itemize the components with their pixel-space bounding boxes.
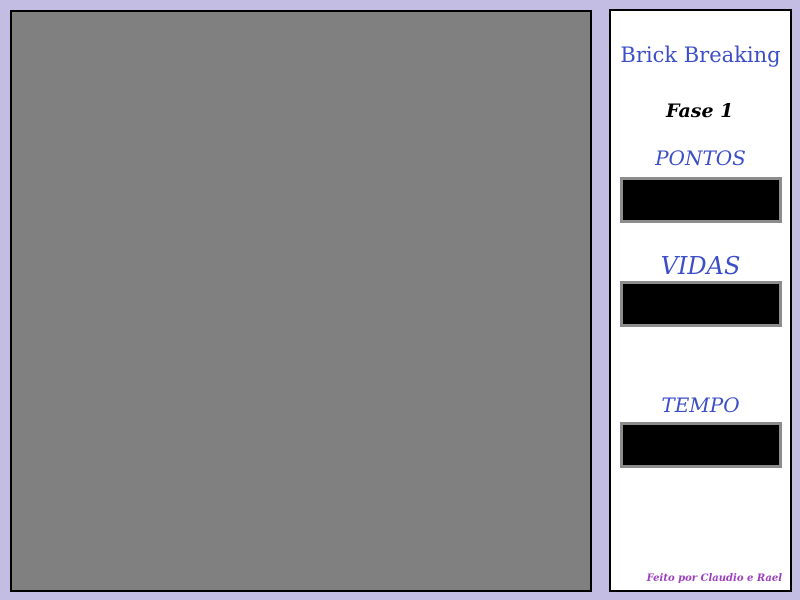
points-label: PONTOS <box>655 146 746 170</box>
lives-display <box>620 281 782 327</box>
time-display <box>620 422 782 468</box>
game-title: Brick Breaking <box>620 43 781 67</box>
side-panel: Brick Breaking Fase 1 PONTOS VIDAS TEMPO… <box>609 9 792 592</box>
level-label: Fase 1 <box>666 100 734 122</box>
time-label: TEMPO <box>661 393 740 417</box>
points-display <box>620 177 782 223</box>
lives-label: VIDAS <box>660 252 741 280</box>
game-board[interactable] <box>10 10 592 592</box>
credits-text: Feito por Claudio e Rael <box>646 573 782 584</box>
